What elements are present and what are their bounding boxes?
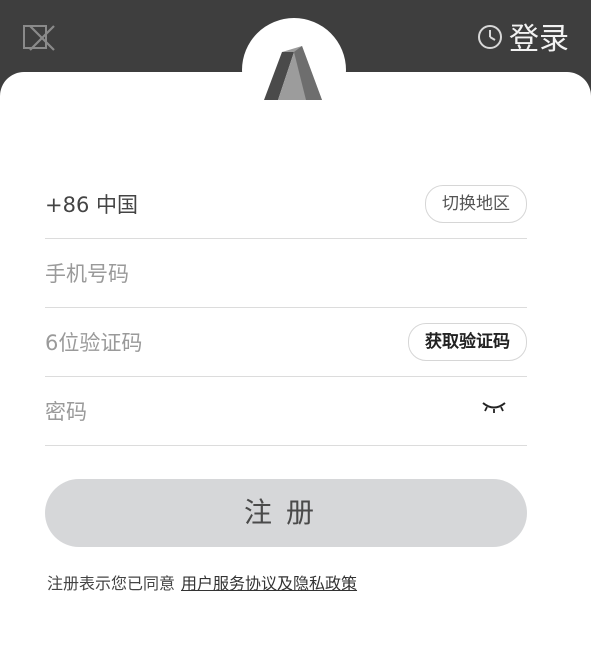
app-logo xyxy=(242,18,346,122)
phone-input[interactable]: 手机号码 xyxy=(45,258,129,288)
password-input[interactable]: 密码 xyxy=(45,396,87,426)
clock-icon xyxy=(478,25,502,49)
terms-prefix: 注册表示您已同意 xyxy=(47,574,176,593)
close-button[interactable] xyxy=(20,18,64,58)
switch-region-button[interactable]: 切换地区 xyxy=(425,185,527,223)
region-row: +86 中国 切换地区 xyxy=(45,170,527,239)
eye-closed-icon xyxy=(482,402,506,413)
phone-row[interactable]: 手机号码 xyxy=(45,239,527,308)
get-code-button[interactable]: 获取验证码 xyxy=(408,323,527,361)
password-row[interactable]: 密码 xyxy=(45,377,527,446)
region-value: +86 中国 xyxy=(45,193,138,217)
password-visibility-toggle[interactable] xyxy=(481,399,507,419)
login-label: 登录 xyxy=(509,22,569,57)
register-button[interactable]: 注册 xyxy=(45,479,527,547)
code-row[interactable]: 6位验证码 获取验证码 xyxy=(45,308,527,377)
login-button[interactable]: 登录 xyxy=(475,14,569,58)
code-input[interactable]: 6位验证码 xyxy=(45,327,142,357)
terms-link[interactable]: 用户服务协议及隐私政策 xyxy=(181,574,357,593)
close-x-icon xyxy=(23,25,55,51)
app-logo-icon xyxy=(264,46,322,100)
terms-notice: 注册表示您已同意 用户服务协议及隐私政策 xyxy=(47,570,357,594)
